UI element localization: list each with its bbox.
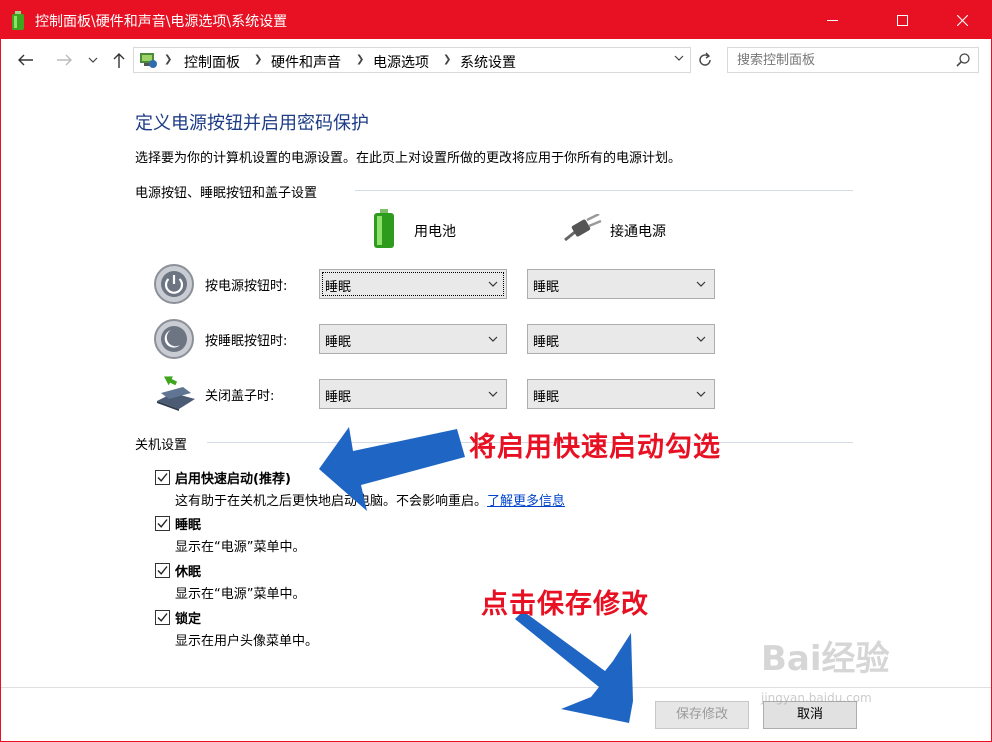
save-annotation: 点击保存修改 [481,589,649,620]
fast-startup-arrow-icon [319,427,465,511]
fast-startup-annotation: 将启用快速启动勾选 [469,432,721,463]
window: 控制面板\硬件和声音\电源选项\系统设置 ❯ 控制面板 ❯ 硬件和声音 ❯ 电源… [0,0,992,742]
save-arrow-icon [515,611,633,723]
annotation-arrows [319,427,633,723]
